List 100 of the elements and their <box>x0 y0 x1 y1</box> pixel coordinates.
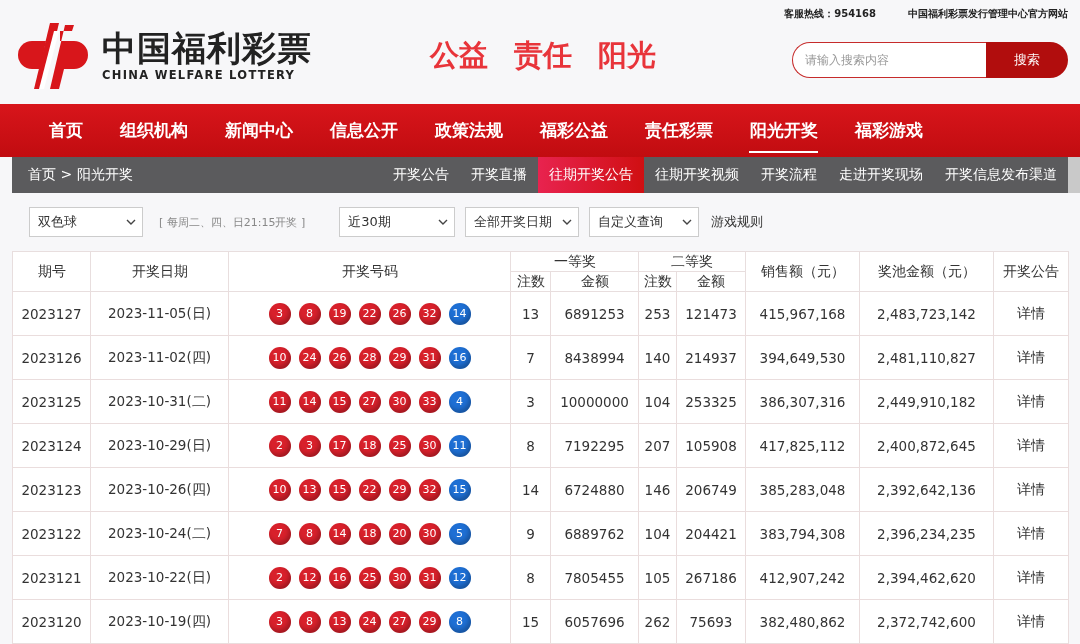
table-cell: 8 <box>510 555 551 600</box>
details-link[interactable]: 详情 <box>993 291 1069 336</box>
number-ball: 30 <box>388 566 411 589</box>
column-header: 开奖号码 <box>228 251 511 292</box>
nav-item[interactable]: 福彩公益 <box>521 104 626 157</box>
table-cell: 2023-10-24(二) <box>90 511 229 556</box>
table-cell: 2023-11-05(日) <box>90 291 229 336</box>
sub-nav-tab[interactable]: 开奖流程 <box>750 157 828 193</box>
table-cell: 2,392,642,136 <box>859 467 994 512</box>
number-ball: 2 <box>268 434 291 457</box>
table-cell: 267186 <box>676 555 746 600</box>
table-cell: 2023121 <box>12 555 91 600</box>
search-field[interactable]: 请输入搜索内容 <box>792 42 986 78</box>
details-link[interactable]: 详情 <box>993 555 1069 600</box>
number-ball: 10 <box>268 478 291 501</box>
dropdown[interactable]: 全部开奖日期 <box>465 207 580 237</box>
details-link[interactable]: 详情 <box>993 379 1069 424</box>
table-cell: 206749 <box>676 467 746 512</box>
table-cell: 9 <box>510 511 551 556</box>
table-cell: 2023123 <box>12 467 91 512</box>
number-ball: 30 <box>418 434 441 457</box>
slogan-text: 责任 <box>514 37 572 74</box>
number-ball: 14 <box>328 522 351 545</box>
number-ball: 10 <box>268 346 291 369</box>
details-link[interactable]: 详情 <box>993 511 1069 556</box>
table-cell: 7 <box>510 335 551 380</box>
nav-item[interactable]: 福彩游戏 <box>836 104 941 157</box>
details-link[interactable]: 详情 <box>993 423 1069 468</box>
number-ball: 15 <box>328 390 351 413</box>
table-cell: 415,967,168 <box>745 291 860 336</box>
number-ball: 18 <box>358 434 381 457</box>
table-cell: 104 <box>638 511 677 556</box>
table-cell: 14 <box>510 467 551 512</box>
column-header: 期号 <box>12 251 91 292</box>
number-ball: 26 <box>328 346 351 369</box>
sub-nav-tab[interactable]: 走进开奖现场 <box>828 157 934 193</box>
sub-nav-tab[interactable]: 往期开奖公告 <box>538 157 644 193</box>
table-cell: 2023124 <box>12 423 91 468</box>
sub-nav-tab[interactable]: 开奖公告 <box>382 157 460 193</box>
table-cell: 2023-10-26(四) <box>90 467 229 512</box>
table-cell: 6889762 <box>550 511 639 556</box>
number-ball: 20 <box>388 522 411 545</box>
nav-item[interactable]: 阳光开奖 <box>731 104 836 157</box>
nav-item[interactable]: 首页 <box>30 104 101 157</box>
number-ball: 11 <box>268 390 291 413</box>
nav-item[interactable]: 组织机构 <box>101 104 206 157</box>
dropdown[interactable]: 双色球 <box>29 207 143 237</box>
number-ball: 14 <box>448 302 471 325</box>
sub-nav-tab[interactable]: 开奖直播 <box>460 157 538 193</box>
number-ball: 33 <box>418 390 441 413</box>
table-cell: 2023120 <box>12 599 91 644</box>
table-cell: 253 <box>638 291 677 336</box>
chevron-down-icon <box>562 219 573 225</box>
number-ball: 16 <box>448 346 471 369</box>
nav-item[interactable]: 政策法规 <box>416 104 521 157</box>
column-header: 注数 <box>638 271 677 292</box>
number-ball: 15 <box>328 478 351 501</box>
table-cell: 412,907,242 <box>745 555 860 600</box>
nav-item[interactable]: 新闻中心 <box>206 104 311 157</box>
table-cell: 6057696 <box>550 599 639 644</box>
number-ball: 8 <box>298 522 321 545</box>
nav-item[interactable]: 责任彩票 <box>626 104 731 157</box>
table-cell: 253325 <box>676 379 746 424</box>
details-link[interactable]: 详情 <box>993 599 1069 644</box>
details-link[interactable]: 详情 <box>993 335 1069 380</box>
table-cell: 2023-10-31(二) <box>90 379 229 424</box>
table-cell: 15 <box>510 599 551 644</box>
table-cell: 2023125 <box>12 379 91 424</box>
number-ball: 32 <box>418 302 441 325</box>
number-ball: 25 <box>358 566 381 589</box>
dropdown[interactable]: 自定义查询 <box>589 207 700 237</box>
chevron-down-icon <box>682 219 693 225</box>
number-ball: 31 <box>418 566 441 589</box>
table-cell: 2,372,742,600 <box>859 599 994 644</box>
table-cell: 13 <box>510 291 551 336</box>
sub-nav-tab[interactable]: 开奖信息发布渠道 <box>934 157 1068 193</box>
table-cell: 146 <box>638 467 677 512</box>
details-link[interactable]: 详情 <box>993 467 1069 512</box>
number-ball: 29 <box>388 346 411 369</box>
slogan-text: 公益 <box>430 37 488 74</box>
number-ball: 11 <box>448 434 471 457</box>
chevron-down-icon <box>438 219 449 225</box>
number-ball: 8 <box>448 610 471 633</box>
dropdown[interactable]: 近30期 <box>339 207 456 237</box>
search-button[interactable]: 搜索 <box>986 42 1068 78</box>
number-ball: 13 <box>298 478 321 501</box>
column-header: 一等奖 <box>510 251 639 272</box>
rules-link[interactable]: 游戏规则 <box>711 213 764 231</box>
number-ball: 15 <box>448 478 471 501</box>
table-cell: 2023-11-02(四) <box>90 335 229 380</box>
number-ball: 8 <box>298 610 321 633</box>
number-ball: 32 <box>418 478 441 501</box>
number-ball: 19 <box>328 302 351 325</box>
sub-nav-tab[interactable]: 往期开奖视频 <box>644 157 750 193</box>
number-ball: 28 <box>358 346 381 369</box>
number-ball: 25 <box>388 434 411 457</box>
nav-item[interactable]: 信息公开 <box>311 104 416 157</box>
table-cell: 417,825,112 <box>745 423 860 468</box>
logo-subtitle: CHINA WELFARE LOTTERY <box>102 68 297 82</box>
number-ball: 7 <box>268 522 291 545</box>
